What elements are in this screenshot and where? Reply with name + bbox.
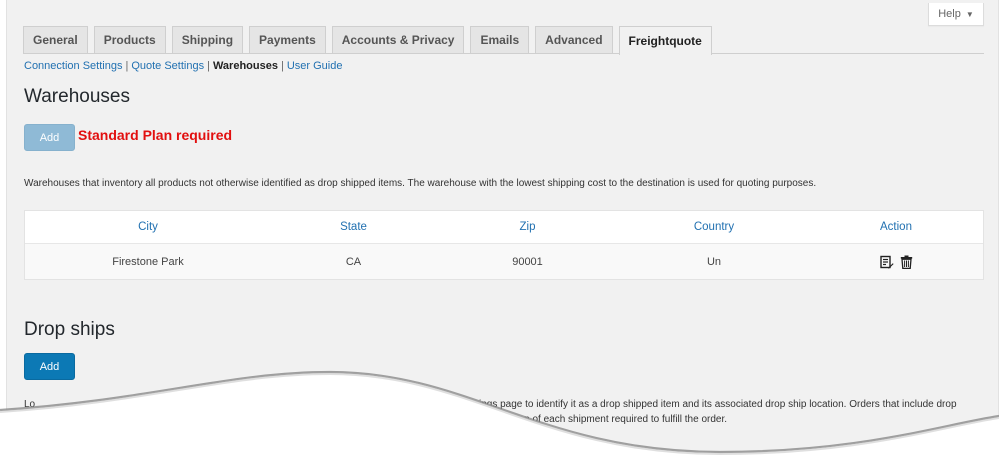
add-warehouse-button[interactable]: Add — [24, 124, 75, 151]
drop-ships-description-line2: ation of each shipment required to fulfi… — [508, 414, 728, 425]
column-header-country: Country — [693, 221, 735, 233]
cell-state: CA — [345, 255, 362, 268]
subnav-warehouses-current: Warehouses — [212, 60, 278, 72]
sub-navigation: Connection Settings | Quote Settings | Wareh… — [24, 60, 342, 72]
subnav-quote-settings[interactable]: Quote Settings — [131, 60, 204, 72]
tab-emails[interactable]: Emails — [470, 26, 530, 53]
warehouses-description: Warehouses that inventory all products n… — [24, 178, 817, 189]
subnav-separator: | — [125, 60, 129, 72]
cell-zip: 90001 — [512, 255, 543, 268]
tab-advanced[interactable]: Advanced — [535, 26, 613, 53]
table-row: Firestone Park CA 90001 Un — [25, 244, 983, 279]
trash-icon[interactable] — [900, 255, 913, 269]
help-label: Help — [938, 8, 961, 20]
drop-ships-description-line1: ings page to identify it as a drop shipp… — [479, 399, 957, 410]
add-drop-ship-button[interactable]: Add — [24, 353, 75, 380]
row-actions — [879, 255, 913, 269]
drop-ships-description-start: Lo — [24, 399, 36, 410]
table-header-row: City State Zip Country Action — [25, 211, 983, 244]
cell-city: Firestone Park — [112, 255, 184, 268]
help-tab[interactable]: Help ▼ — [928, 3, 984, 26]
tab-products[interactable]: Products — [93, 26, 166, 53]
subnav-separator: | — [280, 60, 284, 72]
subnav-user-guide[interactable]: User Guide — [287, 60, 343, 72]
tab-payments[interactable]: Payments — [249, 26, 326, 53]
subnav-separator: | — [207, 60, 210, 72]
cell-action — [809, 244, 983, 279]
drop-ships-heading: Drop ships — [24, 319, 115, 340]
tab-freightquote[interactable]: Freightquote — [618, 26, 712, 55]
tab-shipping[interactable]: Shipping — [171, 26, 244, 53]
edit-icon[interactable] — [879, 255, 894, 269]
settings-page: Help ▼ General Products Shipping Payment… — [6, 0, 999, 456]
column-header-state: State — [340, 221, 367, 233]
subnav-connection-settings[interactable]: Connection Settings — [24, 60, 122, 72]
tab-accounts-privacy[interactable]: Accounts & Privacy — [331, 26, 465, 53]
caret-down-icon: ▼ — [965, 9, 974, 19]
cell-country: Un — [706, 255, 722, 268]
warehouses-heading: Warehouses — [24, 86, 130, 107]
settings-tabs: General Products Shipping Payments Accou… — [23, 25, 984, 55]
warehouses-table: City State Zip Country Action Firestone … — [24, 210, 984, 280]
column-header-zip: Zip — [519, 221, 536, 233]
column-header-city: City — [138, 221, 158, 233]
tab-general[interactable]: General — [23, 26, 88, 53]
plan-required-notice: Standard Plan required — [78, 127, 233, 143]
column-header-action: Action — [880, 221, 912, 233]
